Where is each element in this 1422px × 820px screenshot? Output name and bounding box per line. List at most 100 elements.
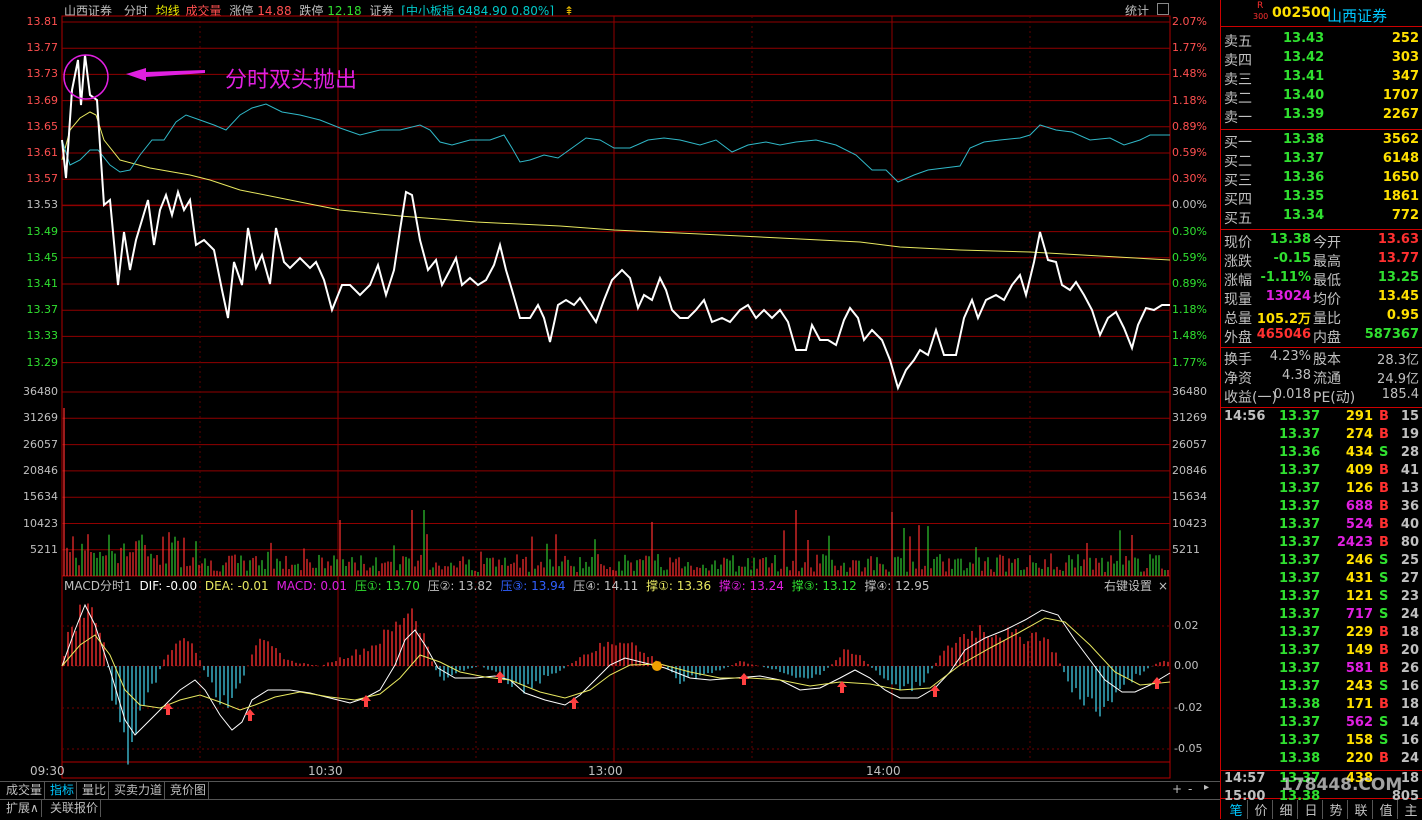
buy-row: 买一 13.38 3562: [1221, 132, 1422, 151]
r-badge: R: [1257, 1, 1264, 11]
tick-price: 13.36: [1279, 445, 1321, 460]
vol-axis-right-label: 26057: [1172, 437, 1207, 451]
level-price: 13.36: [1283, 170, 1325, 185]
macd-axis-label: 0.00: [1174, 659, 1199, 672]
avg-price-line: [61, 111, 1171, 261]
tick-row[interactable]: 13.38 220 B 24: [1221, 751, 1422, 769]
level-label: 买四: [1224, 192, 1252, 208]
dif-value: DIF: -0.00: [139, 579, 198, 593]
tick-row[interactable]: 13.37 717 S 24: [1221, 607, 1422, 625]
stat-label: 总量: [1224, 311, 1252, 327]
tick-row[interactable]: 13.37 291 B 15: [1221, 409, 1422, 427]
chart-canvas: [61, 15, 1171, 779]
time-axis-label: 09:30: [30, 764, 65, 778]
tick-row[interactable]: 13.37 158 S 16: [1221, 733, 1422, 751]
extension-tab[interactable]: 关联报价: [48, 800, 102, 817]
stat-value: 105.2万: [1256, 312, 1311, 327]
tick-price: 13.37: [1279, 715, 1321, 730]
tick-side: B: [1379, 625, 1389, 640]
tick-price: 13.37: [1279, 589, 1321, 604]
tick-row[interactable]: 13.36 434 S 28: [1221, 445, 1422, 463]
tick-count: 19: [1400, 427, 1419, 442]
indicator-tab[interactable]: 量比: [80, 782, 110, 799]
tick-row[interactable]: 13.37 431 S 27: [1221, 571, 1422, 589]
level-volume: 772: [1391, 208, 1419, 223]
tick-count: 80: [1400, 535, 1419, 550]
tick-time: 15:00: [1224, 789, 1266, 804]
macd-header: MACD分时1 DIF: -0.00 DEA: -0.01 MACD: 0.01…: [64, 579, 930, 593]
buy-row: 买四 13.35 1861: [1221, 189, 1422, 208]
stat2-row: 换手 4.23% 股本 28.3亿: [1221, 349, 1422, 368]
tick-price: 13.37: [1279, 499, 1321, 514]
buy-arrow-icon: [739, 673, 749, 685]
macd-name[interactable]: MACD分时1: [64, 579, 132, 593]
tick-side: S: [1379, 553, 1389, 568]
tick-count: 24: [1400, 751, 1419, 766]
indicator-tab[interactable]: 指标: [48, 782, 78, 799]
tick-row[interactable]: 13.37 229 B 18: [1221, 625, 1422, 643]
tick-side: B: [1379, 643, 1389, 658]
macd-close-icon[interactable]: ×: [1158, 579, 1168, 593]
tick-row[interactable]: 13.37 581 B 26: [1221, 661, 1422, 679]
tick-price: 13.37: [1279, 409, 1321, 424]
vol-axis-label: 20846: [23, 463, 58, 477]
stat-label: 收益(一): [1224, 390, 1277, 406]
tick-volume: 246: [1345, 553, 1373, 568]
stat-value: 4.23%: [1269, 349, 1311, 364]
annotation-text: 分时双头抛出: [225, 68, 358, 93]
tick-volume: 220: [1345, 751, 1373, 766]
extension-tab[interactable]: 扩展∧: [4, 800, 42, 817]
tick-row[interactable]: 13.37 243 S 16: [1221, 679, 1422, 697]
vol-axis-right-label: 5211: [1172, 542, 1200, 556]
stat-value: 13.63: [1377, 232, 1419, 247]
tick-row[interactable]: 13.37 409 B 41: [1221, 463, 1422, 481]
intraday-chart[interactable]: 山西证券 分时 均线 成交量 涨停 14.88 跌停 12.18 证券 [中小板…: [0, 0, 1220, 780]
price-axis-label: 13.65: [26, 119, 59, 133]
level-label: 卖一: [1224, 110, 1252, 126]
indicator-tab[interactable]: 竞价图: [168, 782, 210, 799]
tick-price: 13.37: [1279, 571, 1321, 586]
macd-axis-label: 0.02: [1174, 619, 1199, 632]
price-axis-label: 13.69: [26, 93, 59, 107]
stat-value: 0.95: [1386, 308, 1419, 323]
time-axis-label: 13:00: [588, 764, 623, 778]
tick-row[interactable]: 13.37 126 B 13: [1221, 481, 1422, 499]
pressure-4: 压④: 14.11: [573, 579, 639, 593]
ticks-separator: [1221, 407, 1422, 408]
tick-volume: 149: [1345, 643, 1373, 658]
price-axis-label: 13.33: [26, 329, 59, 343]
indicator-tab[interactable]: 买卖力道: [112, 782, 166, 799]
tick-row[interactable]: 13.37 121 S 23: [1221, 589, 1422, 607]
tick-row[interactable]: 13.37 149 B 20: [1221, 643, 1422, 661]
zoom-out-icon[interactable]: -: [1188, 782, 1192, 796]
vol-axis-label: 5211: [30, 542, 58, 556]
buy-arrow-icon: [569, 697, 579, 709]
tick-row[interactable]: 13.37 524 B 40: [1221, 517, 1422, 535]
support-4: 撑④: 12.95: [864, 579, 930, 593]
level-price: 13.38: [1283, 132, 1325, 147]
tick-row[interactable]: 13.37 246 S 25: [1221, 553, 1422, 571]
volume-bars: [63, 408, 1169, 576]
scroll-right-icon[interactable]: ▸: [1204, 782, 1209, 793]
level-label: 买五: [1224, 211, 1252, 227]
stat-value: -1.11%: [1260, 270, 1312, 285]
quote-title: R 300 002500 山西证券: [1221, 0, 1422, 27]
indicator-tab[interactable]: 成交量: [4, 782, 46, 799]
tick-row[interactable]: 13.37 274 B 19: [1221, 427, 1422, 445]
zoom-in-icon[interactable]: +: [1172, 782, 1182, 796]
tick-side: B: [1379, 499, 1389, 514]
tick-row[interactable]: 13.37 688 B 36: [1221, 499, 1422, 517]
price-axis-label: 13.41: [26, 277, 59, 290]
stat-label: 流通: [1313, 371, 1341, 387]
stat-value: 13.25: [1377, 270, 1419, 285]
level-label: 卖四: [1224, 53, 1252, 69]
level-price: 13.34: [1283, 208, 1325, 223]
price-axis-label: 13.49: [26, 224, 59, 238]
tick-row[interactable]: 13.37 2423 B 80: [1221, 535, 1422, 553]
tick-row[interactable]: 13.37 562 S 14: [1221, 715, 1422, 733]
tick-row[interactable]: 13.38 171 B 18: [1221, 697, 1422, 715]
level-label: 买二: [1224, 154, 1252, 170]
vol-axis-label: 15634: [23, 490, 58, 504]
pressure-3: 压③: 13.94: [500, 579, 566, 593]
right-click-settings[interactable]: 右键设置: [1104, 579, 1152, 593]
